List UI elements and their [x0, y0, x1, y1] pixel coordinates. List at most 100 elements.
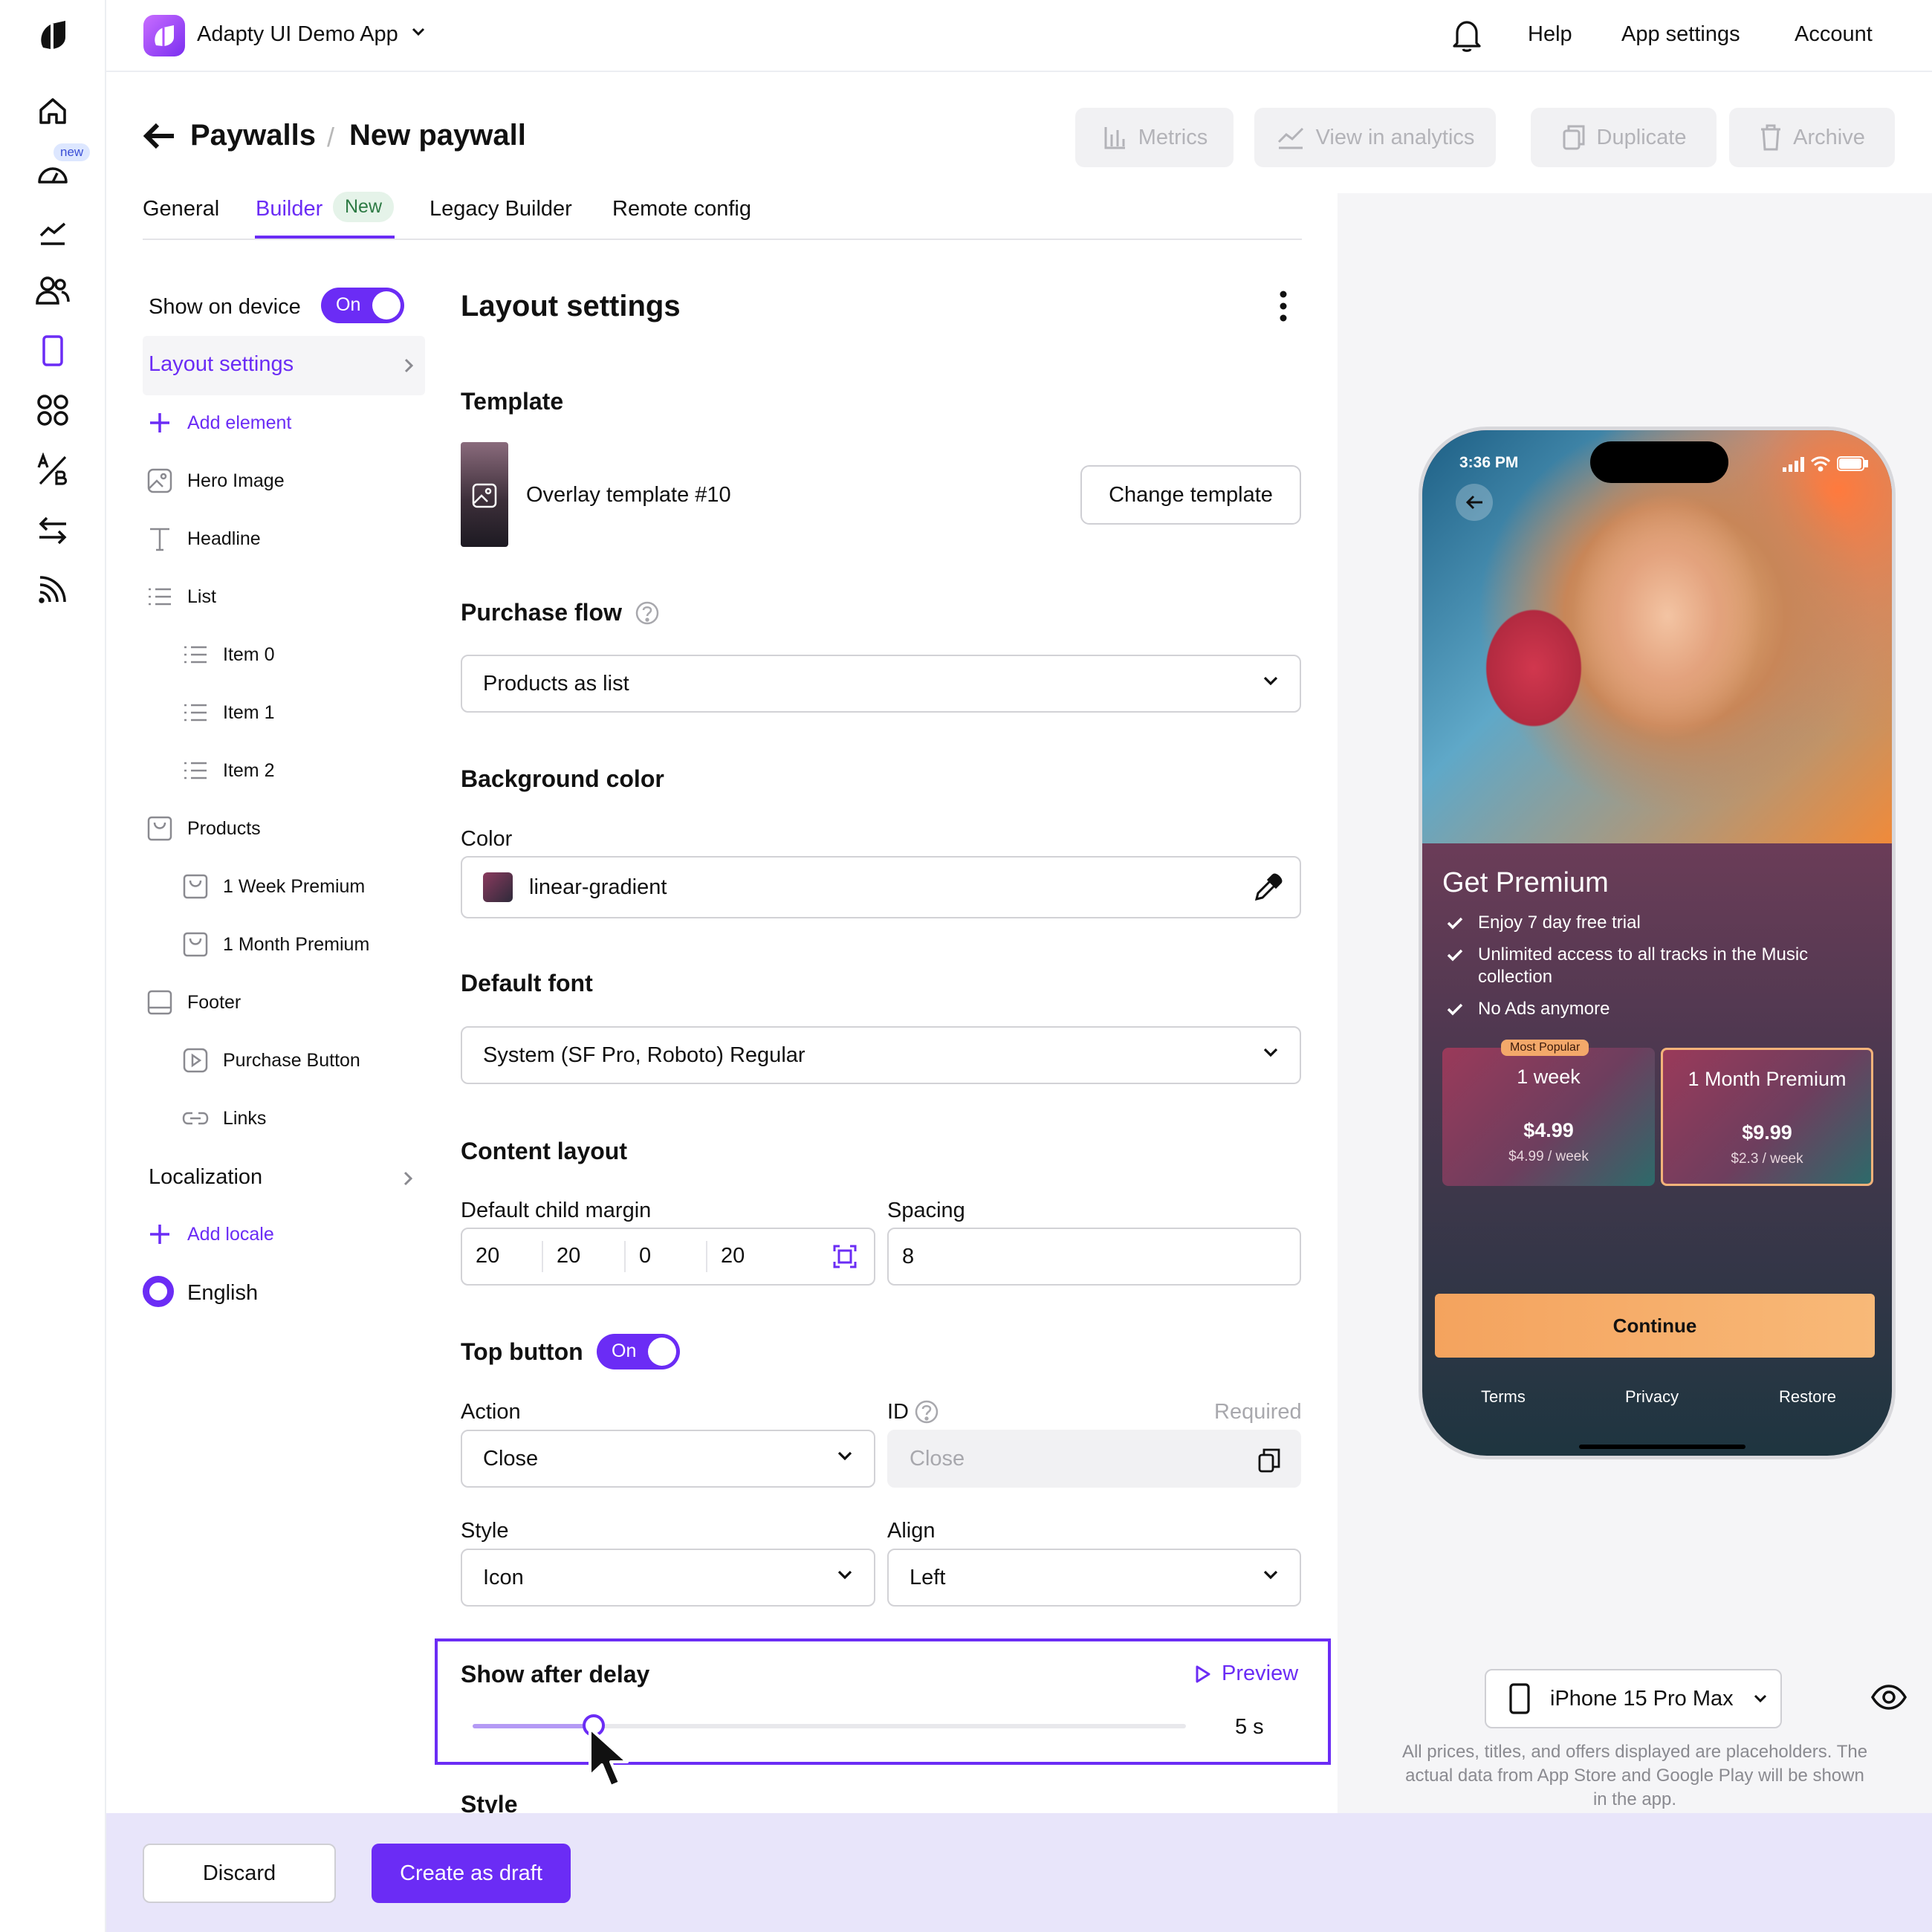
phone-back-button[interactable] [1456, 484, 1493, 521]
tab-general[interactable]: General [143, 197, 219, 221]
most-popular-badge: Most Popular [1501, 1040, 1589, 1056]
purchase-flow-select[interactable]: Products as list [461, 655, 1301, 713]
sidebar-item-layout-settings[interactable]: Layout settings [143, 336, 425, 395]
tree-item-purchase-button[interactable]: Purchase Button [181, 1042, 360, 1079]
action-value: Close [483, 1446, 539, 1471]
image-icon [472, 483, 497, 508]
play-button-icon [183, 1048, 208, 1073]
style-select[interactable]: Icon [461, 1549, 875, 1607]
color-swatch[interactable] [483, 872, 513, 902]
spacing-label: Spacing [887, 1199, 965, 1222]
id-input[interactable]: Close [887, 1430, 1301, 1488]
breadcrumb-paywalls[interactable]: Paywalls [190, 119, 316, 152]
tab-builder[interactable]: Builder [256, 197, 322, 221]
users-icon[interactable] [34, 272, 71, 309]
archive-button[interactable]: Archive [1729, 108, 1895, 167]
tree-item-headline[interactable]: Headline [146, 520, 261, 557]
tree-item-1-week-premium[interactable]: 1 Week Premium [181, 868, 365, 905]
default-child-margin-field[interactable] [461, 1228, 875, 1286]
preview-delay-button[interactable]: Preview [1195, 1662, 1298, 1686]
align-select[interactable]: Left [887, 1549, 1301, 1607]
tree-item-hero-image[interactable]: Hero Image [146, 462, 285, 499]
paywall-title: Get Premium [1442, 867, 1609, 898]
margin-left-input[interactable]: 20 [721, 1244, 745, 1268]
more-options-icon[interactable] [1276, 290, 1291, 322]
margin-divider [706, 1241, 707, 1272]
chevron-right-icon[interactable] [403, 1171, 412, 1186]
back-arrow-icon[interactable] [141, 121, 177, 151]
template-section-title: Template [461, 388, 564, 415]
analytics-chart-icon[interactable] [34, 213, 71, 250]
tree-item-label: Links [223, 1107, 267, 1129]
app-logo-icon[interactable] [143, 15, 185, 56]
chevron-right-icon [404, 358, 413, 373]
bell-icon[interactable] [1451, 18, 1482, 52]
margin-right-input[interactable]: 20 [557, 1244, 580, 1268]
locale-english-label[interactable]: English [187, 1281, 258, 1306]
help-circle-icon[interactable] [914, 1399, 939, 1424]
integrations-feed-icon[interactable] [34, 571, 71, 608]
metrics-button[interactable]: Metrics [1075, 108, 1234, 167]
bar-chart-icon [1104, 127, 1125, 149]
preview-disclaimer: All prices, titles, and offers displayed… [1401, 1742, 1868, 1809]
duplicate-button[interactable]: Duplicate [1531, 108, 1717, 167]
adapty-logo-icon[interactable] [34, 16, 71, 54]
restore-link[interactable]: Restore [1779, 1387, 1836, 1407]
margin-top-input[interactable]: 20 [476, 1244, 499, 1268]
eye-icon[interactable] [1870, 1684, 1907, 1711]
help-circle-icon[interactable] [635, 600, 660, 626]
margin-divider [542, 1241, 543, 1272]
device-select[interactable]: iPhone 15 Pro Max [1485, 1669, 1782, 1728]
app-name[interactable]: Adapty UI Demo App [197, 22, 398, 47]
ab-test-icon[interactable] [34, 451, 71, 488]
change-template-button[interactable]: Change template [1080, 465, 1301, 525]
tab-legacy-builder[interactable]: Legacy Builder [429, 197, 572, 221]
show-after-delay-section [435, 1638, 1331, 1765]
trend-chart-icon [1277, 127, 1303, 149]
home-icon[interactable] [34, 92, 71, 129]
tree-item-footer[interactable]: Footer [146, 984, 241, 1021]
tree-item-1-month-premium[interactable]: 1 Month Premium [181, 926, 369, 963]
continue-button[interactable]: Continue [1435, 1294, 1875, 1358]
tab-remote-config[interactable]: Remote config [612, 197, 751, 221]
help-link[interactable]: Help [1528, 22, 1572, 47]
action-select[interactable]: Close [461, 1430, 875, 1488]
account-link[interactable]: Account [1795, 22, 1873, 47]
show-on-device-toggle[interactable]: On [321, 288, 404, 323]
locale-radio[interactable] [143, 1276, 174, 1307]
toggle-on-label: On [612, 1341, 637, 1361]
margin-bottom-input[interactable]: 0 [639, 1244, 651, 1268]
spacing-input[interactable]: 8 [887, 1228, 1301, 1286]
terms-link[interactable]: Terms [1481, 1387, 1526, 1407]
placements-grid-icon[interactable] [34, 392, 71, 429]
top-button-toggle[interactable]: On [597, 1334, 680, 1369]
tree-item-links[interactable]: Links [181, 1100, 266, 1137]
tree-item-list[interactable]: List [146, 578, 216, 615]
feature-item: Unlimited access to all tracks in the Mu… [1478, 944, 1809, 987]
tree-item-products[interactable]: Products [146, 810, 261, 847]
eyedropper-icon[interactable] [1252, 871, 1285, 904]
create-as-draft-button[interactable]: Create as draft [372, 1844, 571, 1903]
margin-link-icon[interactable] [832, 1244, 858, 1269]
default-font-select[interactable]: System (SF Pro, Roboto) Regular [461, 1026, 1301, 1084]
add-locale-button[interactable]: Add locale [146, 1216, 274, 1253]
product-box-icon [183, 932, 208, 957]
add-element-button[interactable]: Add element [146, 404, 291, 441]
product-card-week[interactable]: 1 week $4.99 $4.99 / week [1442, 1048, 1655, 1186]
localization-label[interactable]: Localization [149, 1165, 262, 1190]
chevron-down-icon [1754, 1694, 1766, 1703]
copy-icon[interactable] [1257, 1446, 1282, 1474]
chevron-down-icon[interactable] [411, 27, 426, 37]
template-name: Overlay template #10 [526, 483, 731, 507]
privacy-link[interactable]: Privacy [1625, 1387, 1679, 1407]
app-settings-link[interactable]: App settings [1621, 22, 1740, 47]
background-color-field[interactable]: linear-gradient [461, 856, 1301, 918]
paywall-phone-icon[interactable] [34, 332, 71, 369]
transfers-arrows-icon[interactable] [34, 511, 71, 548]
discard-button[interactable]: Discard [143, 1844, 336, 1903]
product-card-month[interactable]: 1 Month Premium $9.99 $2.3 / week [1661, 1048, 1873, 1186]
tree-item-item-1[interactable]: Item 1 [181, 694, 274, 731]
tree-item-item-2[interactable]: Item 2 [181, 752, 274, 789]
tree-item-item-0[interactable]: Item 0 [181, 636, 274, 673]
view-in-analytics-button[interactable]: View in analytics [1254, 108, 1496, 167]
